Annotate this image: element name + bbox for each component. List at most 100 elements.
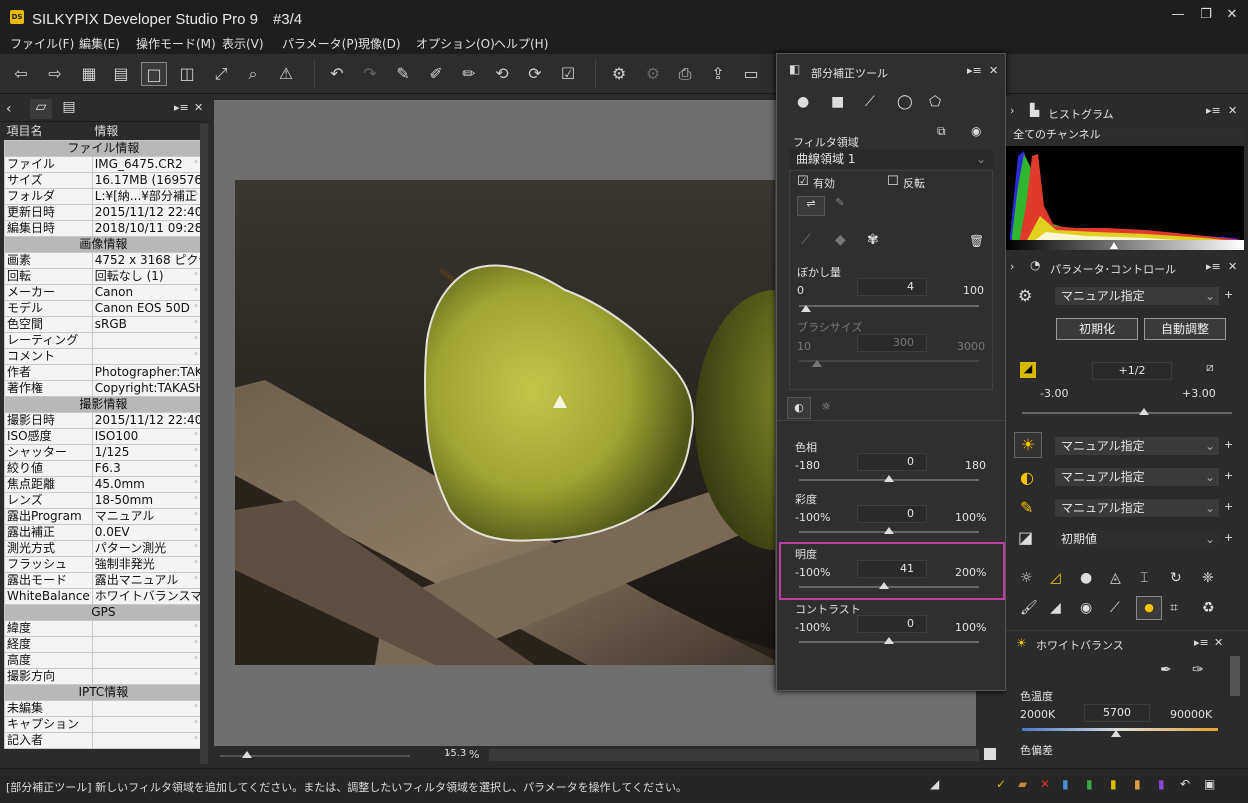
mark-icon[interactable]: ☑ <box>555 62 581 86</box>
contrast-slider-knob[interactable] <box>884 637 894 644</box>
undo-icon[interactable]: ↶ <box>324 62 350 86</box>
exposure-tab-icon[interactable]: ☼ <box>814 397 838 419</box>
green-tag-icon[interactable]: ▮ <box>1086 777 1093 791</box>
panel-menu-icon[interactable]: ▸≡ <box>967 64 982 77</box>
preview-view-icon[interactable]: □ <box>141 62 167 86</box>
noise-preset-select[interactable]: 初期値 ⌄ <box>1054 529 1220 549</box>
redo-icon[interactable]: ↷ <box>357 62 383 86</box>
exposure-slider[interactable] <box>1022 412 1232 414</box>
fine-tune-icon[interactable]: ❈ <box>1202 570 1214 586</box>
circle-filter-icon[interactable]: ● <box>797 94 809 110</box>
panel-menu-icon[interactable]: ▸≡ <box>1206 104 1221 117</box>
rect-filter-icon[interactable]: ■ <box>831 94 844 110</box>
info-table-row[interactable]: 画素4752 x 3168 ピクセル◦ <box>4 251 203 269</box>
brush-settings-tab-icon[interactable]: ✎ <box>826 196 854 216</box>
close-button[interactable]: ✕ <box>1222 6 1242 24</box>
info-section-header[interactable]: IPTC情報 <box>4 683 203 701</box>
copy-params-icon[interactable]: ✎ <box>390 62 416 86</box>
menu-mode[interactable]: 操作モード(M) <box>136 35 216 52</box>
auto-adjust-button[interactable]: 自動調整 <box>1144 318 1226 340</box>
saturation-slider-knob[interactable] <box>884 527 894 534</box>
info-section-header[interactable]: 画像情報 <box>4 235 203 253</box>
yellow-tag-icon[interactable]: ▮ <box>1110 777 1117 791</box>
info-table-row[interactable]: キャプション ◦ <box>4 715 203 733</box>
chevron-right-icon[interactable]: › <box>1010 104 1014 117</box>
info-table-row[interactable]: 記入者 ◦ <box>4 731 203 749</box>
info-table-row[interactable]: 撮影方向 ◦ <box>4 667 203 685</box>
add-filter-icon[interactable]: ◉ <box>971 124 981 138</box>
navigator-icon[interactable] <box>984 748 996 760</box>
info-table-row[interactable]: サイズ 16.17MB (1695767 ◦ <box>4 171 203 189</box>
brightness-tab-icon[interactable]: ◐ <box>787 397 811 419</box>
paste-some-icon[interactable]: ✏ <box>456 62 482 86</box>
info-scrollbar[interactable] <box>200 124 208 764</box>
panel-close-icon[interactable]: ✕ <box>194 101 203 114</box>
purple-tag-icon[interactable]: ▮ <box>1158 777 1165 791</box>
noise-reduction-icon[interactable]: ◪ <box>1018 528 1033 547</box>
zoom-value[interactable]: 15.3 <box>444 748 466 759</box>
info-table-row[interactable]: ファイル IMG_6475.CR2 ◦ <box>4 155 203 173</box>
histogram-channel-select[interactable]: 全てのチャンネル <box>1006 126 1244 144</box>
white-balance-icon[interactable]: ☀ <box>1014 432 1042 458</box>
info-table-row[interactable]: 高度 ◦ <box>4 651 203 669</box>
info-table-row[interactable]: コメント ◦ <box>4 347 203 365</box>
tone-curve-icon[interactable]: ◿ <box>1050 570 1061 586</box>
photo-preview[interactable] <box>235 180 775 665</box>
ellipse-filter-icon[interactable]: ◯ <box>897 94 913 110</box>
crop-text-icon[interactable]: ⌶ <box>1140 570 1148 586</box>
panel-menu-icon[interactable]: ▸≡ <box>1206 260 1221 273</box>
info-table-row[interactable]: 未編集 ◦ <box>4 699 203 717</box>
delete-icon[interactable]: 🗑 <box>969 234 984 248</box>
contrast-icon[interactable]: ◐ <box>1020 468 1034 487</box>
info-table-row[interactable]: 回転 回転なし (1) ◦ <box>4 267 203 285</box>
info-table-row[interactable]: 測光方式 パターン測光 ◦ <box>4 539 203 557</box>
tone-preset-select[interactable]: マニュアル指定 ⌄ <box>1054 467 1220 487</box>
info-table-row[interactable]: 撮影日時 2015/11/12 22:40 ◦ <box>4 411 203 429</box>
print-icon[interactable]: ⎙ <box>672 62 698 86</box>
blur-slider[interactable] <box>799 305 979 307</box>
paste-params-icon[interactable]: ✐ <box>423 62 449 86</box>
menu-develop[interactable]: 現像(D) <box>358 35 401 52</box>
info-table-row[interactable]: 露出モード 露出マニュアル ◦ <box>4 571 203 589</box>
info-table-row[interactable]: 経度 ◦ <box>4 635 203 653</box>
copy-filter-icon[interactable]: ⧉ <box>937 124 946 139</box>
next-image-icon[interactable]: ⇨ <box>42 62 68 86</box>
check-icon[interactable]: ✓ <box>996 777 1006 791</box>
rotate-right-icon[interactable]: ⟳ <box>522 62 548 86</box>
sharpness-icon[interactable]: ✎ <box>1020 498 1033 517</box>
export-icon[interactable]: ⇪ <box>705 62 731 86</box>
info-tab-icon[interactable]: ▤ <box>58 99 80 119</box>
thumbnail-view-icon[interactable]: ▦ <box>76 62 102 86</box>
sharp-preset-select[interactable]: マニュアル指定 ⌄ <box>1054 498 1220 518</box>
info-table-row[interactable]: メーカー Canon ◦ <box>4 283 203 301</box>
blur-slider-knob[interactable] <box>801 305 812 312</box>
saturation-value[interactable]: 0 <box>857 505 927 523</box>
info-table-row[interactable]: 著作権 Copyright:TAKASHI ◦ <box>4 379 203 397</box>
warning-icon[interactable]: ⚠ <box>273 62 299 86</box>
develop-settings-icon[interactable]: ☼ <box>1020 570 1033 586</box>
color-icon[interactable]: ● <box>1080 570 1092 586</box>
zoom-icon[interactable]: ⌕ <box>240 62 266 86</box>
info-table-row[interactable]: 作者 Photographer:TAKA ◦ <box>4 363 203 381</box>
gradient-icon[interactable]: ◢ <box>1050 600 1061 616</box>
info-table-row[interactable]: WhiteBalanceホワイトバランスマニュアル◦ <box>4 587 203 605</box>
enabled-checkbox[interactable]: ☑ <box>797 174 809 189</box>
zoom-slider-knob[interactable] <box>242 751 252 758</box>
filter-settings-tab-icon[interactable]: ⇌ <box>797 196 825 216</box>
blue-tag-icon[interactable]: ▮ <box>1062 777 1069 791</box>
info-section-header[interactable]: GPS <box>4 603 203 621</box>
info-table-row[interactable]: ISO感度 ISO100 ◦ <box>4 427 203 445</box>
brush-tool-icon[interactable]: ⟋ <box>1110 600 1120 616</box>
temp-value[interactable]: 5700 <box>1084 704 1150 722</box>
contrast-value[interactable]: 0 <box>857 615 927 633</box>
panel-close-icon[interactable]: ✕ <box>1214 636 1223 649</box>
info-table-row[interactable]: 焦点距離 45.0mm ◦ <box>4 475 203 493</box>
info-table-row[interactable]: フォルダ L:¥[納...¥部分補正 ◦ <box>4 187 203 205</box>
hue-slider-knob[interactable] <box>884 475 894 482</box>
prev-image-icon[interactable]: ⇦ <box>8 62 34 86</box>
polygon-filter-icon[interactable]: ⬠ <box>929 94 941 110</box>
info-section-header[interactable]: ファイル情報 <box>4 139 203 157</box>
minimize-button[interactable]: — <box>1168 6 1188 24</box>
lock-icon[interactable]: ▣ <box>1204 777 1215 791</box>
menu-parameter[interactable]: パラメータ(P) <box>282 35 358 52</box>
